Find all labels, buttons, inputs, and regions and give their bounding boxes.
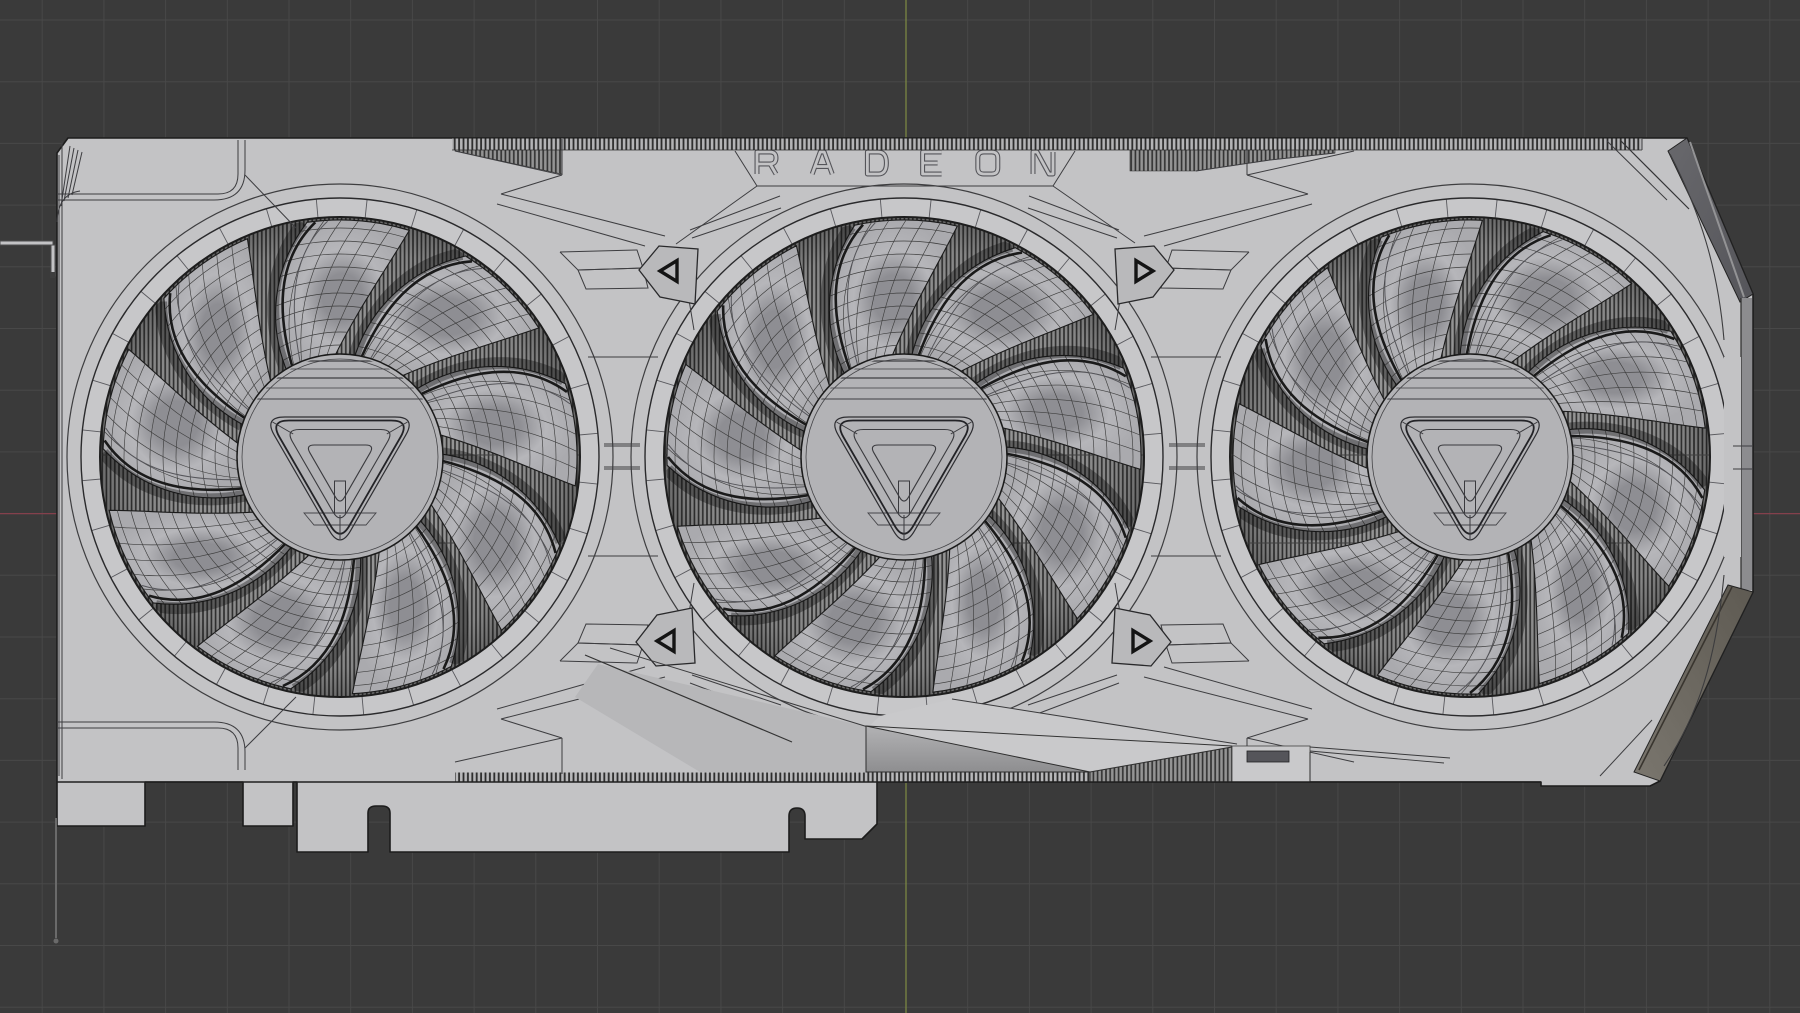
3d-viewport[interactable]: RADEON: [0, 0, 1800, 1013]
io-bracket-lip: [0, 240, 54, 246]
fan-hub: [236, 353, 444, 561]
heatsink-fins-top: [452, 138, 1642, 150]
fan-hub: [1366, 353, 1574, 561]
connector-notch: [1246, 750, 1290, 763]
bracket-screw: [50, 272, 55, 278]
fan-hub: [800, 353, 1008, 561]
heatsink-fins-bottom: [455, 772, 1092, 782]
